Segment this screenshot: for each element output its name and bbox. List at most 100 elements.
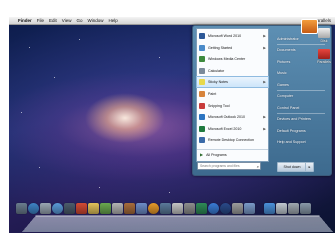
program-icon (199, 91, 205, 97)
places-label: Computer (277, 94, 294, 98)
parallels-icon (318, 49, 330, 59)
dock-app-icon[interactable] (196, 203, 207, 214)
program-icon (199, 102, 205, 109)
program-item[interactable]: Windows Media Center (197, 54, 268, 64)
places-item[interactable]: Help and Support (277, 138, 329, 147)
submenu-arrow-icon: ▶ (263, 80, 266, 85)
shutdown-button[interactable]: Shut down (277, 162, 307, 172)
dock-app-icon[interactable] (220, 203, 231, 214)
program-icon (199, 125, 205, 132)
star (99, 187, 100, 188)
dock-app-icon[interactable] (300, 203, 311, 214)
program-item[interactable]: Microsoft Excel 2010 ▶ (197, 124, 268, 134)
dock-app-icon[interactable] (28, 203, 39, 214)
program-icon (199, 137, 205, 144)
dock-divider (256, 203, 263, 214)
menu-help[interactable]: Help (109, 18, 118, 23)
program-label: Sticky Notes (208, 80, 228, 85)
arrow-right-icon: ▶ (200, 152, 204, 157)
desktop-icon-label: Disk (320, 39, 328, 43)
dock-app-icon[interactable] (112, 203, 123, 214)
star (29, 47, 30, 48)
desktop-icon-parallels[interactable]: Parallels (315, 49, 333, 64)
dock-app-icon[interactable] (40, 203, 51, 214)
places-item[interactable]: Default Programs (277, 126, 329, 135)
places-item[interactable]: Control Panel (277, 103, 329, 112)
program-item[interactable]: Getting Started ▶ (197, 43, 268, 53)
places-item[interactable]: Games (277, 80, 329, 89)
program-icon (199, 67, 205, 74)
program-label: Getting Started (208, 45, 233, 50)
star (21, 112, 22, 113)
places-item[interactable]: Devices and Printers (277, 115, 329, 124)
places-label: Administrator (277, 36, 299, 41)
submenu-arrow-icon: ▶ (263, 34, 266, 38)
dock-app-icon[interactable] (52, 203, 63, 214)
places-label: Devices and Printers (277, 117, 312, 121)
dock-app-icon[interactable] (172, 203, 183, 214)
dock-app-icon[interactable] (264, 203, 275, 214)
desktop-icon-disk[interactable]: Disk (315, 28, 333, 43)
mac-menubar: Finder File Edit View Go Window Help Par… (9, 17, 335, 25)
program-item[interactable]: Sticky Notes ▶ (196, 76, 269, 89)
places-item[interactable]: Music (277, 69, 329, 78)
menu-file[interactable]: File (37, 18, 44, 23)
menu-edit[interactable]: Edit (49, 18, 57, 23)
program-icon (199, 33, 205, 39)
dock-app-icon[interactable] (136, 203, 147, 214)
desktop-icon-label: Parallels (317, 60, 331, 64)
dock-app-icon[interactable] (100, 203, 111, 214)
dock-app-icon[interactable] (208, 203, 219, 214)
program-item[interactable]: Calculator (197, 66, 268, 76)
dock-app-icon[interactable] (232, 203, 243, 214)
dock-app-icon[interactable] (160, 203, 171, 214)
program-label: Paint (208, 92, 217, 96)
dock-app-icon[interactable] (184, 203, 195, 214)
hard-disk-icon (318, 28, 330, 38)
program-icon (199, 114, 205, 121)
all-programs-label: All Programs (206, 152, 227, 157)
places-label: Default Programs (277, 128, 306, 133)
program-label: Remote Desktop Connection (208, 138, 254, 143)
dock-app-icon[interactable] (64, 203, 75, 214)
places-label: Documents (277, 48, 296, 52)
submenu-arrow-icon: ▶ (263, 126, 266, 131)
star (159, 57, 160, 58)
windows-start-menu: Microsoft Word 2010 ▶ Getting Started ▶ Wind… (192, 19, 332, 176)
dock-app-icon[interactable] (288, 203, 299, 214)
program-icon (199, 79, 205, 86)
dock-app-icon[interactable] (244, 203, 255, 214)
dock-app-icon[interactable] (76, 203, 87, 214)
dock-app-icon[interactable] (124, 203, 135, 214)
program-item[interactable]: Snipping Tool (197, 101, 268, 111)
places-item[interactable]: Computer (277, 92, 329, 101)
program-label: Microsoft Word 2010 (208, 34, 242, 38)
star (39, 167, 40, 168)
menu-view[interactable]: View (62, 18, 72, 23)
all-programs-button[interactable]: ▶ All Programs (197, 149, 268, 159)
shutdown-label: Shut down (283, 165, 301, 169)
dock-app-icon[interactable] (276, 203, 287, 214)
shutdown-options-button[interactable]: ▸ (305, 162, 314, 172)
dock (16, 200, 324, 214)
places-label: Games (277, 82, 289, 87)
star (169, 192, 170, 193)
dock-app-icon[interactable] (16, 203, 27, 214)
submenu-arrow-icon: ▶ (263, 45, 266, 50)
menu-finder[interactable]: Finder (18, 18, 32, 23)
program-label: Microsoft Excel 2010 (208, 126, 242, 131)
menu-window[interactable]: Window (88, 18, 104, 23)
program-item[interactable]: Microsoft Word 2010 ▶ (197, 31, 268, 41)
program-item[interactable]: Microsoft Outlook 2010 ▶ (197, 112, 268, 122)
dock-app-icon[interactable] (148, 203, 159, 214)
program-icon (199, 44, 205, 51)
start-search-input[interactable]: Search programs and files ⌕ (197, 162, 261, 170)
menu-go[interactable]: Go (76, 18, 82, 23)
program-item[interactable]: Remote Desktop Connection (197, 135, 268, 145)
places-label: Music (277, 71, 287, 75)
dock-app-icon[interactable] (88, 203, 99, 214)
program-item[interactable]: Paint (197, 89, 268, 99)
places-pane: Administrator Documents Pictures Music Games… (271, 28, 329, 160)
program-label: Calculator (208, 68, 225, 73)
star (54, 77, 55, 78)
